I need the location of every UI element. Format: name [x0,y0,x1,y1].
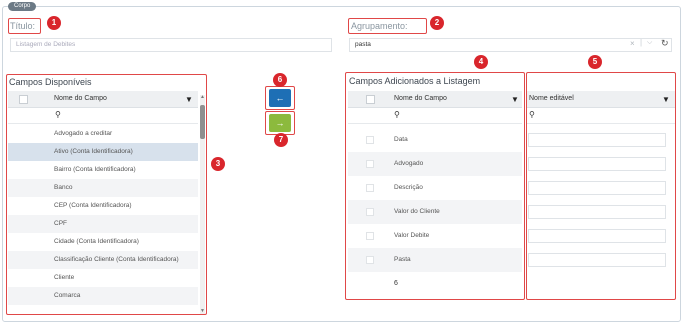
filter-icon[interactable]: ▼ [511,95,519,104]
adicionados-title: Campos Adicionados a Listagem [349,76,481,86]
clear-icon[interactable]: × [630,39,635,48]
select-all-checkbox[interactable] [19,95,28,104]
adicionados-search-row[interactable]: ⚲ [348,108,522,124]
search-icon: ⚲ [529,110,535,119]
list-item[interactable]: Comarca [8,287,198,305]
filter-icon[interactable]: ▼ [185,95,193,104]
list-item[interactable]: Advogado a creditar [8,125,198,143]
disponiveis-grid: Nome do Campo ▼ ⚲ Advogado a creditar Ati… [8,91,198,313]
list-item[interactable]: Ativo (Conta Identificadora) [8,143,198,161]
badge-1: 1 [47,16,61,30]
editable-name-input[interactable] [528,229,666,243]
row-label: Valor do Cliente [394,208,440,215]
row-label: Valor Debite [394,232,430,239]
row-checkbox[interactable] [366,136,374,144]
row-checkbox[interactable] [366,160,374,168]
row-checkbox[interactable] [366,256,374,264]
disponiveis-scrollbar[interactable]: ▲ ▼ [200,95,205,314]
editavel-search-row[interactable]: ⚲ [527,108,675,124]
table-row[interactable]: Valor Debite [348,224,522,248]
row-label: Pasta [394,256,411,263]
badge-4: 4 [474,55,488,69]
scroll-down-icon[interactable]: ▼ [200,309,205,314]
disponiveis-header: Nome do Campo ▼ [8,91,198,108]
table-row[interactable]: Pasta [348,248,522,272]
badge-6: 6 [273,73,287,87]
agrupamento-label: Agrupamento: [351,21,408,31]
row-label: Data [394,136,408,143]
remove-field-button[interactable]: ← [269,89,291,107]
badge-7: 7 [274,133,288,147]
table-row[interactable]: Valor do Cliente [348,200,522,224]
column-header-nome-do-campo[interactable]: Nome do Campo [394,95,447,102]
select-all-checkbox[interactable] [366,95,375,104]
editable-name-input[interactable] [528,133,666,147]
list-item[interactable]: Cidade (Conta Identificadora) [8,233,198,251]
row-label: Descrição [394,184,423,191]
row-count: 6 [394,280,398,287]
list-item[interactable]: Bairro (Conta Identificadora) [8,161,198,179]
corpo-tab: Corpo [8,2,37,11]
editavel-header: Nome editável ▼ [527,91,675,108]
separator: | [640,38,643,47]
titulo-label: Título: [10,21,36,31]
table-row[interactable]: Descrição [348,176,522,200]
disponiveis-title: Campos Disponíveis [9,77,92,87]
badge-2: 2 [430,16,444,30]
adicionados-grid: Nome do Campo ▼ ⚲ Data Advogado Descrição V… [348,91,522,298]
row-checkbox[interactable] [366,232,374,240]
titulo-input[interactable]: Listagem de Debites [10,38,332,52]
filter-icon[interactable]: ▼ [662,95,670,104]
search-icon: ⚲ [394,110,400,119]
editable-name-input[interactable] [528,157,666,171]
agrupamento-select[interactable]: pasta [349,38,672,52]
list-item[interactable]: CPF [8,215,198,233]
refresh-icon[interactable]: ↻ [661,38,669,49]
list-item[interactable]: CEP (Conta Identificadora) [8,197,198,215]
row-checkbox[interactable] [366,184,374,192]
arrow-right-icon: → [275,118,285,128]
scroll-up-icon[interactable]: ▲ [200,95,205,100]
disponiveis-search-row[interactable]: ⚲ [8,108,198,124]
editable-name-input[interactable] [528,253,666,267]
editavel-grid: Nome editável ▼ ⚲ [527,91,675,298]
add-field-button[interactable]: → [269,114,291,132]
column-header-nome-editavel[interactable]: Nome editável [529,95,574,102]
row-label: Advogado [394,160,424,167]
list-item[interactable]: Banco [8,179,198,197]
editable-name-input[interactable] [528,205,666,219]
editable-name-input[interactable] [528,181,666,195]
badge-3: 3 [211,157,225,171]
chevron-down-icon[interactable]: ⌵ [647,39,652,47]
badge-5: 5 [588,55,602,69]
list-item[interactable]: Classificação Cliente (Conta Identificad… [8,251,198,269]
table-row[interactable]: Data [348,128,522,152]
table-row[interactable]: Advogado [348,152,522,176]
agrupamento-value: pasta [355,41,371,48]
adicionados-header: Nome do Campo ▼ [348,91,522,108]
column-header-nome-do-campo[interactable]: Nome do Campo [54,95,107,102]
list-item[interactable]: Cliente [8,269,198,287]
search-icon: ⚲ [55,110,61,119]
arrow-left-icon: ← [275,93,285,103]
row-checkbox[interactable] [366,208,374,216]
scroll-thumb[interactable] [200,105,205,139]
